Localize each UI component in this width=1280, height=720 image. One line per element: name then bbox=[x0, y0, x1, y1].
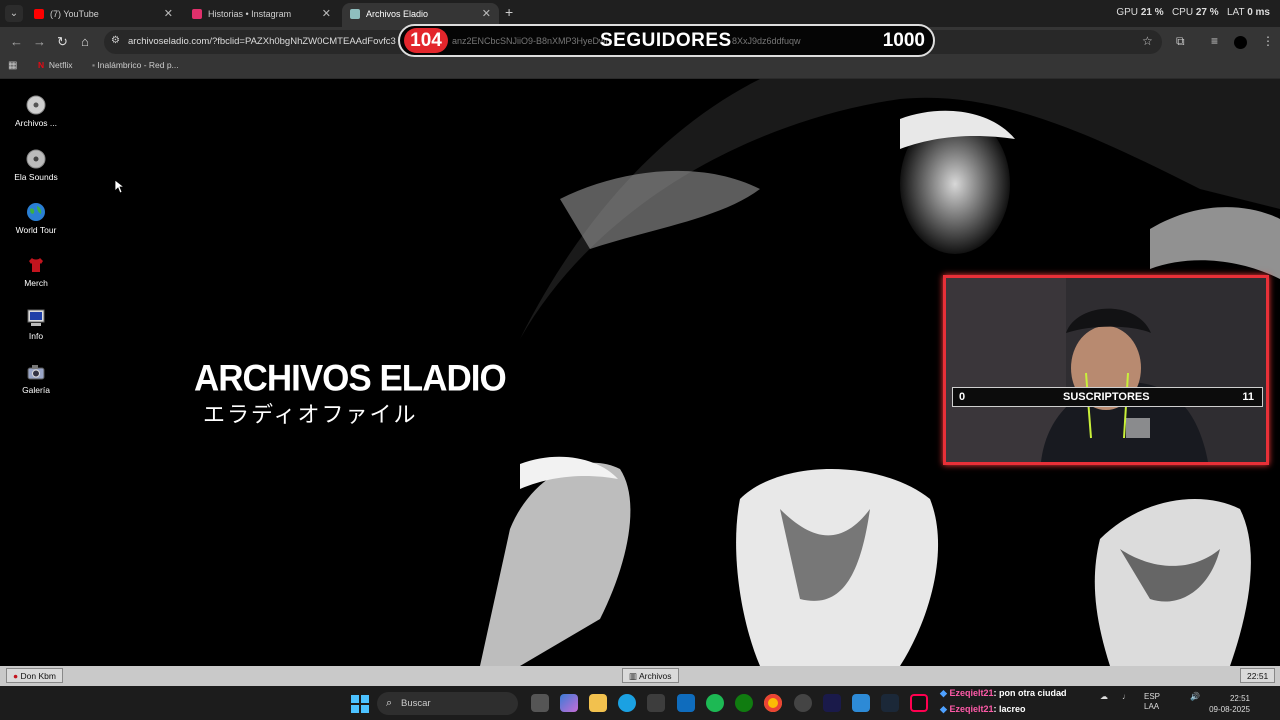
extensions-icon[interactable]: ⧉ bbox=[1176, 34, 1185, 49]
steam-icon[interactable] bbox=[881, 694, 899, 712]
store-icon[interactable] bbox=[647, 694, 665, 712]
xbox-icon[interactable] bbox=[735, 694, 753, 712]
system-stats: GPU 21 % CPU 27 % LAT 0 ms bbox=[1116, 7, 1270, 18]
volume-icon[interactable]: 🔊 bbox=[1190, 692, 1200, 701]
reload-icon[interactable]: ↻ bbox=[57, 34, 68, 50]
desktop-icon-galeria[interactable]: Galería bbox=[0, 362, 72, 395]
chrome-icon[interactable] bbox=[764, 694, 782, 712]
site-title-japanese: エラディオファイル bbox=[203, 403, 418, 428]
shirt-icon bbox=[29, 258, 43, 272]
new-tab-icon[interactable]: + bbox=[505, 4, 513, 20]
site-window-button-archivos[interactable]: ▥ Archivos bbox=[622, 668, 679, 683]
home-icon[interactable]: ⌂ bbox=[81, 34, 89, 49]
bookmarks-bar: ▦ N Netflix ▪ Inalámbrico - Red p... bbox=[0, 57, 1280, 79]
system-clock[interactable]: 22:51 09-08-2025 bbox=[1209, 693, 1250, 715]
url-text-fragment: 8XxJ9dz6ddfuqw bbox=[732, 36, 801, 46]
site-title: ARCHIVOS ELADIO bbox=[194, 358, 507, 399]
close-tab-icon[interactable]: ✕ bbox=[322, 3, 331, 25]
outlook-icon[interactable] bbox=[677, 694, 695, 712]
subscribers-count: 0 bbox=[959, 391, 966, 403]
photos-icon[interactable] bbox=[852, 694, 870, 712]
site-info-icon[interactable]: ⚙ bbox=[111, 35, 120, 46]
profile-avatar[interactable] bbox=[1234, 36, 1247, 49]
copilot-icon[interactable] bbox=[560, 694, 578, 712]
site-desktop: Archivos ... Ela Sounds World Tour Merch… bbox=[0, 79, 1280, 666]
site-taskbar: ● Don Kbm ▥ Archivos 22:51 bbox=[0, 666, 1280, 686]
task-view-icon[interactable] bbox=[531, 694, 549, 712]
url-text-fragment: anz2ENCbcSNJiiO9-B8nXMP3HyeDwi bbox=[452, 36, 608, 46]
menu-kebab-icon[interactable]: ⋮ bbox=[1262, 34, 1274, 48]
forward-icon[interactable]: → bbox=[33, 34, 46, 49]
followers-goal-overlay: 104 anz2ENCbcSNJiiO9-B8nXMP3HyeDwi SEGUI… bbox=[398, 24, 935, 57]
subscribers-label: SUSCRIPTORES bbox=[1063, 391, 1150, 403]
premiere-icon[interactable] bbox=[823, 694, 841, 712]
close-tab-icon[interactable]: ✕ bbox=[164, 3, 173, 25]
site-taskbar-clock: 22:51 bbox=[1240, 668, 1276, 683]
desktop-icon-ela-sounds[interactable]: Ela Sounds bbox=[0, 149, 72, 182]
desktop-icon-world-tour[interactable]: World Tour bbox=[0, 202, 72, 235]
file-explorer-icon[interactable] bbox=[589, 694, 607, 712]
subscribers-goal: 11 bbox=[1242, 391, 1254, 403]
windows-taskbar: ⌕ Buscar ⌃ ☁ ♩ ESP LAA 🔊 bbox=[0, 686, 1280, 720]
streamer-webcam-image bbox=[946, 278, 1266, 462]
folder-icon: ▥ bbox=[629, 671, 638, 681]
camera-icon bbox=[27, 365, 45, 380]
apps-grid-icon[interactable]: ▦ bbox=[8, 60, 17, 71]
chat-message: ◆ Ezeqielt21: pon otra ciudad bbox=[940, 688, 1067, 698]
tab-youtube[interactable]: (7) YouTube ✕ bbox=[26, 3, 181, 27]
bookmark-netflix[interactable]: N Netflix bbox=[38, 60, 73, 70]
stream-chat-overlay: ◆ Ezeqielt21: pon otra ciudad ◆ Ezeqielt… bbox=[940, 688, 1066, 715]
globe-icon bbox=[27, 203, 45, 221]
instagram-icon bbox=[192, 9, 202, 19]
wifi-icon[interactable]: ☁ bbox=[1100, 692, 1108, 701]
media-controls-icon[interactable]: ≡ bbox=[1211, 34, 1218, 48]
youtube-icon bbox=[34, 9, 44, 19]
language-indicator[interactable]: ESP LAA bbox=[1144, 692, 1160, 712]
chat-user-icon: ◆ bbox=[940, 688, 947, 698]
bookmark-star-icon[interactable]: ☆ bbox=[1142, 34, 1153, 48]
desktop-icon-merch[interactable]: Merch bbox=[0, 255, 72, 288]
tab-instagram[interactable]: Historias • Instagram ✕ bbox=[184, 3, 339, 27]
tiktok-icon[interactable] bbox=[910, 694, 928, 712]
computer-icon bbox=[27, 309, 45, 326]
page-icon: ▪ bbox=[92, 60, 96, 70]
mouse-cursor-icon bbox=[115, 180, 125, 194]
edge-icon[interactable] bbox=[618, 694, 636, 712]
search-icon: ⌕ bbox=[386, 697, 393, 709]
spotify-icon[interactable] bbox=[706, 694, 724, 712]
chat-user-icon: ◆ bbox=[940, 704, 947, 714]
windows-start-icon[interactable] bbox=[351, 695, 369, 713]
webcam-overlay bbox=[943, 275, 1269, 465]
desktop-icon-info[interactable]: Info bbox=[0, 308, 72, 341]
followers-goal: 1000 bbox=[882, 30, 925, 51]
site-start-button[interactable]: ● Don Kbm bbox=[6, 668, 63, 683]
url-text: archivoseladio.com/?fbclid=PAZXh0bgNhZW0… bbox=[128, 36, 396, 47]
followers-label: SEGUIDORES bbox=[600, 30, 732, 51]
subscribers-goal-overlay: 0 SUSCRIPTORES 11 bbox=[952, 387, 1263, 407]
site-favicon-icon bbox=[350, 9, 360, 19]
record-icon: ● bbox=[13, 671, 19, 681]
browser-tab-strip: ⌄ (7) YouTube ✕ Historias • Instagram ✕ … bbox=[0, 0, 1280, 27]
chat-message: ◆ Ezeqielt21: lacreo bbox=[940, 704, 1026, 714]
bookmark-inalambrico[interactable]: ▪ Inalámbrico - Red p... bbox=[92, 60, 179, 70]
taskbar-search[interactable]: ⌕ Buscar bbox=[377, 692, 518, 715]
followers-count: 104 bbox=[404, 28, 448, 53]
settings-icon[interactable] bbox=[794, 694, 812, 712]
close-tab-icon[interactable]: ✕ bbox=[482, 3, 491, 25]
back-icon[interactable]: ← bbox=[10, 34, 23, 49]
desktop-icon-archivos[interactable]: Archivos ... bbox=[0, 95, 72, 128]
cd-icon bbox=[26, 95, 46, 115]
mic-icon[interactable]: ♩ bbox=[1122, 692, 1130, 701]
cd-icon bbox=[26, 149, 46, 169]
netflix-icon: N bbox=[38, 60, 45, 70]
tab-search-button[interactable]: ⌄ bbox=[5, 5, 23, 22]
